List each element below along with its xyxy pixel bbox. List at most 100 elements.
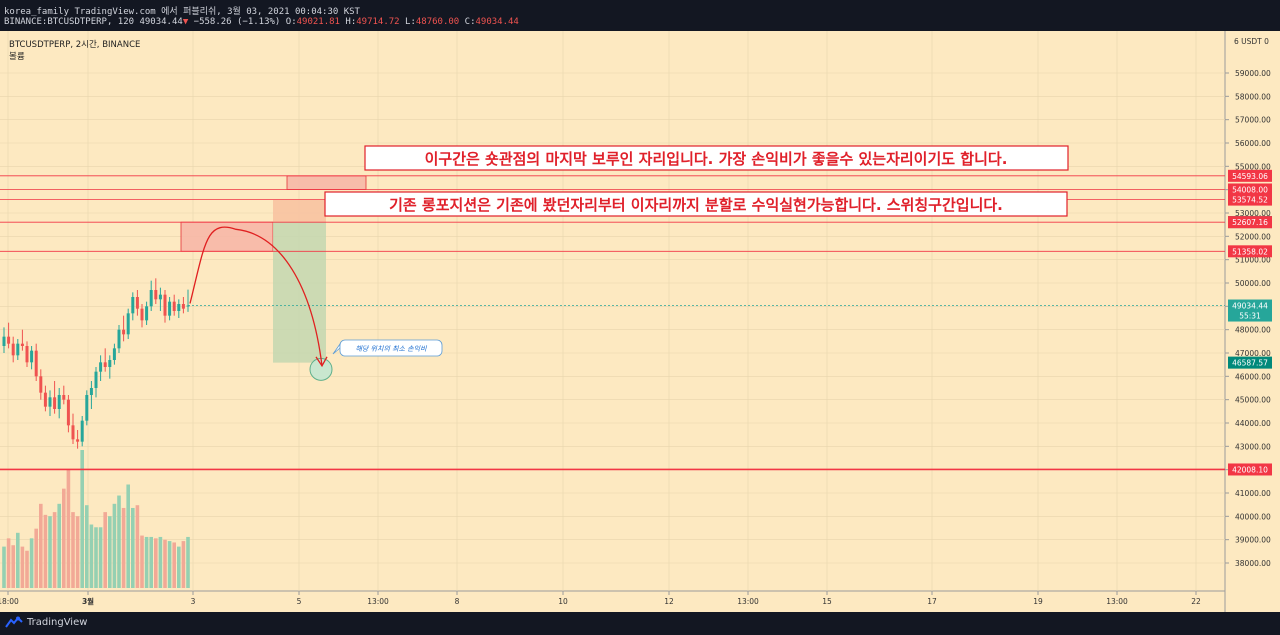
candle-body: [181, 304, 185, 309]
time-tick-label: 19: [1033, 597, 1043, 606]
volume-bar: [140, 535, 144, 588]
callout-text: 해당 위치의 최소 손익비: [355, 345, 427, 353]
time-tick-label: 10: [558, 597, 568, 606]
change-down-arrow-icon: ▼: [182, 17, 189, 27]
tradingview-logo-icon: [5, 616, 23, 628]
legend-symbol: BTCUSDTPERP, 2시간, BINANCE: [9, 39, 140, 50]
price-tag-label: 54008.00: [1232, 185, 1268, 194]
volume-bar: [48, 516, 52, 588]
price-tick-label: 48000.00: [1235, 326, 1271, 335]
volume-bar: [163, 539, 167, 588]
volume-bar: [20, 546, 25, 588]
candle-body: [158, 294, 162, 300]
candle-body: [168, 301, 172, 316]
time-tick-label: 3월: [82, 596, 94, 606]
volume-bar: [167, 541, 172, 588]
candle-body: [7, 336, 11, 344]
volume-bar: [2, 546, 6, 588]
ohlc-line: BINANCE:BTCUSDTPERP, 120 49034.44▼ −558.…: [4, 17, 519, 27]
volume-bar: [11, 545, 15, 588]
volume-bar: [75, 516, 80, 588]
time-tick-label: 12: [664, 597, 674, 606]
upper-zone: [286, 175, 367, 190]
candle-body: [112, 348, 116, 360]
candle-body: [39, 376, 43, 393]
volume-bar: [144, 536, 149, 588]
volume-bar: [172, 542, 176, 588]
volume-bar: [25, 550, 29, 588]
candle-body: [108, 360, 112, 367]
legend-volume: 볼륨: [9, 51, 25, 62]
publish-header: korea_family TradingView.com 에서 퍼블리쉬, 3월…: [0, 0, 1280, 31]
candle-body: [11, 343, 15, 356]
volume-bar: [34, 528, 38, 588]
price-tick-label: 57000.00: [1235, 116, 1271, 125]
candle-body: [186, 305, 190, 307]
price-tag-label: 53574.52: [1232, 196, 1268, 205]
candle-body: [62, 395, 66, 400]
volume-bar: [16, 532, 20, 588]
price-tick-label: 50000.00: [1235, 279, 1271, 288]
candle-body: [149, 290, 153, 307]
time-tick-label: 3: [191, 597, 196, 606]
chart-area[interactable]: 해당 위치의 최소 손익비 BTCUSDTPERP, 2시간, BINANCE …: [0, 31, 1280, 612]
change-text: −558.26 (−1.13%): [193, 17, 281, 27]
candle-body: [140, 308, 144, 321]
brand-name: TradingView: [27, 616, 88, 628]
high-label: H:: [345, 17, 357, 27]
candle-body: [57, 395, 61, 409]
price-tick-label: 58000.00: [1235, 92, 1271, 101]
candle-body: [30, 350, 34, 363]
volume-bar: [57, 503, 61, 588]
candle-body: [48, 397, 52, 407]
publish-line: korea_family TradingView.com 에서 퍼블리쉬, 3월…: [4, 7, 360, 17]
time-tick-label: 13:00: [367, 597, 389, 606]
time-tick-label: 8: [455, 597, 460, 606]
candle-body: [34, 350, 38, 377]
volume-bar: [117, 495, 121, 588]
price-tick-label: 43000.00: [1235, 442, 1271, 451]
volume-bar: [52, 512, 57, 588]
volume-bar: [66, 469, 71, 588]
time-tick-label: 15: [822, 597, 832, 606]
time-tick-label: 18:00: [0, 597, 19, 606]
candle-body: [20, 343, 24, 346]
volume-bar: [29, 538, 34, 588]
time-tick-label: 13:00: [1106, 597, 1128, 606]
volume-bar: [158, 536, 163, 588]
candle-body: [71, 425, 75, 440]
high-value: 49714.72: [356, 17, 400, 27]
volume-bar: [131, 507, 135, 588]
price-chart[interactable]: 해당 위치의 최소 손익비 BTCUSDTPERP, 2시간, BINANCE …: [0, 31, 1280, 612]
candle-body: [66, 399, 70, 426]
price-tick-label: 40000.00: [1235, 512, 1271, 521]
volume-bar: [71, 512, 75, 588]
volume-bar: [186, 536, 190, 588]
volume-bar: [108, 516, 112, 588]
price-tick-label: 45000.00: [1235, 396, 1271, 405]
candle-body: [16, 343, 20, 356]
tradingview-logo[interactable]: TradingView: [5, 616, 87, 628]
volume-bar: [39, 503, 43, 588]
volume-bar: [149, 536, 153, 588]
volume-bar: [89, 524, 94, 588]
volume-bar: [126, 484, 130, 588]
currency-label: 6 USDT 0: [1234, 37, 1269, 46]
volume-bar: [177, 546, 181, 588]
candle-body: [94, 371, 98, 388]
volume-bar: [112, 503, 117, 588]
volume-bar: [103, 512, 107, 588]
price-tick-label: 44000.00: [1235, 419, 1271, 428]
time-tick-label: 17: [927, 597, 937, 606]
candle-body: [172, 301, 176, 311]
price-tag-label: 46587.57: [1232, 359, 1268, 368]
countdown-label: 55:31: [1239, 312, 1261, 321]
price-tick-label: 39000.00: [1235, 536, 1271, 545]
volume-bar: [181, 541, 186, 588]
volume-bar: [121, 507, 126, 588]
candle-body: [25, 346, 29, 363]
volume-bar: [85, 505, 89, 588]
upper-note: 이구간은 숏관점의 마지막 보루인 자리입니다. 가장 손익비가 좋을수 있는자…: [364, 145, 1069, 171]
candle-body: [154, 290, 158, 300]
candle-body: [99, 362, 103, 372]
